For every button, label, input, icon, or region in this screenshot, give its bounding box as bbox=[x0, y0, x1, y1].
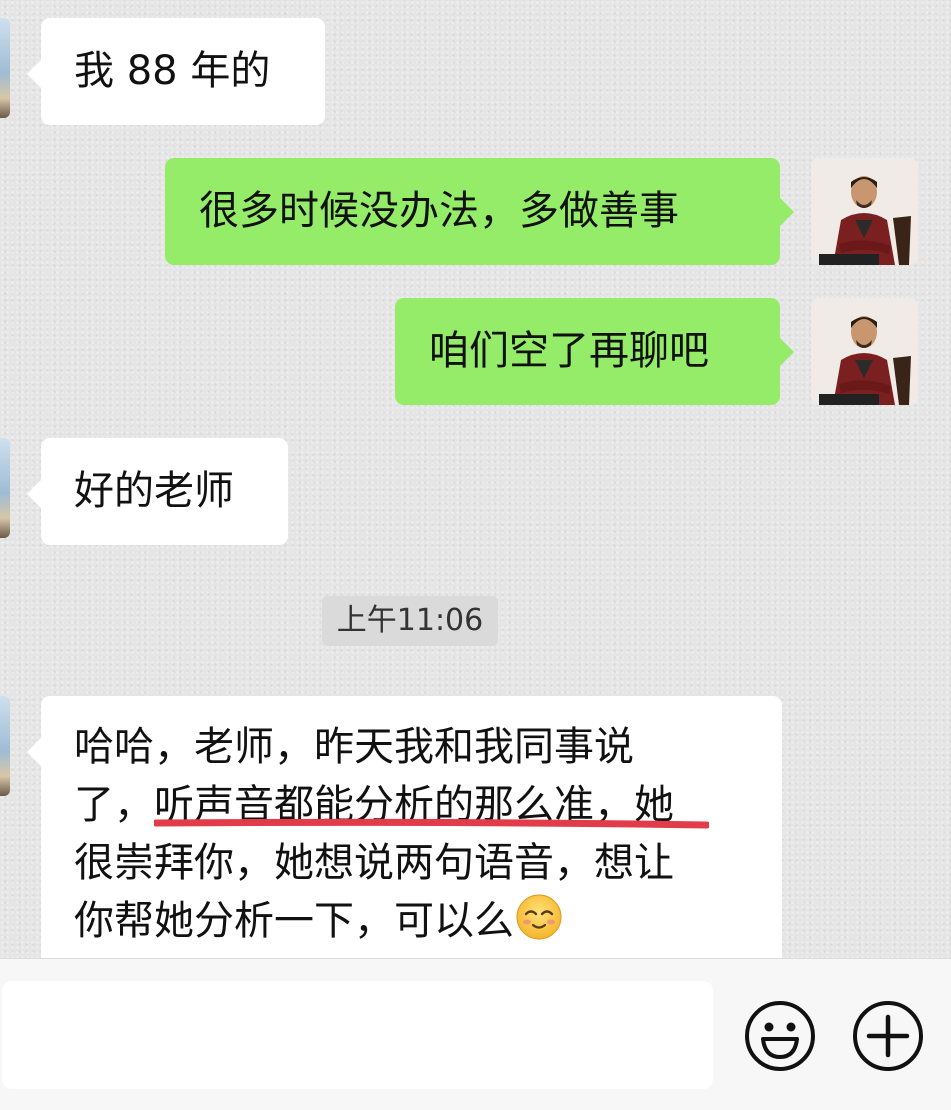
contact-avatar[interactable] bbox=[0, 438, 10, 538]
message-input[interactable] bbox=[2, 981, 713, 1089]
message-bubble-outgoing[interactable]: 咱们空了再聊吧 bbox=[395, 298, 794, 405]
smiling-face-icon bbox=[516, 894, 562, 940]
message-line-text: 你帮她分析一下，可以么 bbox=[74, 898, 514, 944]
message-bubble-incoming[interactable]: 我 88 年的 bbox=[27, 18, 325, 125]
message-text: 很多时候没办法，多做善事 bbox=[199, 188, 679, 234]
message-bubble-outgoing[interactable]: 很多时候没办法，多做善事 bbox=[165, 158, 794, 265]
message-line-text: 了，听声音都能分析的那么准，她 bbox=[74, 782, 674, 828]
message-bubble-incoming[interactable]: 好的老师 bbox=[27, 438, 288, 545]
emoji-icon bbox=[745, 1001, 815, 1071]
input-bar bbox=[0, 958, 951, 1110]
plus-icon bbox=[853, 1001, 923, 1071]
more-button[interactable] bbox=[851, 999, 925, 1073]
message-line: 哈哈，老师，昨天我和我同事说 bbox=[74, 724, 634, 770]
contact-avatar[interactable] bbox=[0, 696, 10, 796]
message-line-last: 你帮她分析一下，可以么 bbox=[74, 892, 749, 950]
message-line-highlighted: 了，听声音都能分析的那么准，她 bbox=[74, 776, 749, 834]
message-text: 我 88 年的 bbox=[74, 48, 271, 94]
timestamp-badge: 上午11:06 bbox=[322, 596, 498, 646]
message-bubble-incoming[interactable]: 哈哈，老师，昨天我和我同事说 了，听声音都能分析的那么准，她 很崇拜你，她想说两… bbox=[27, 696, 782, 958]
chat-area: 我 88 年的 很多时候没办法，多做善事 咱们空了再聊吧 好的老师 上午11:0… bbox=[0, 0, 951, 958]
user-avatar[interactable] bbox=[811, 158, 918, 265]
message-text: 咱们空了再聊吧 bbox=[429, 328, 709, 374]
emoji-button[interactable] bbox=[743, 999, 817, 1073]
message-line: 很崇拜你，她想说两句语音，想让 bbox=[74, 840, 674, 886]
contact-avatar[interactable] bbox=[0, 18, 10, 118]
user-avatar[interactable] bbox=[811, 298, 918, 405]
message-text: 好的老师 bbox=[74, 468, 234, 514]
